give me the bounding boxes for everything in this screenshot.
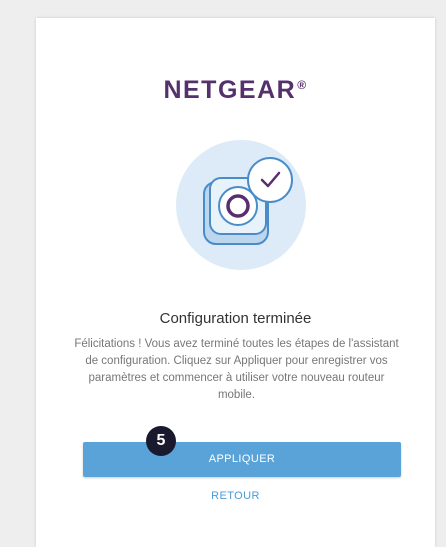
- router-check-icon: [176, 140, 306, 270]
- logo-mark: ®: [297, 77, 308, 92]
- setup-card: NETGEAR® Configuration terminée Félicita…: [36, 18, 435, 547]
- page-title: Configuration terminée: [159, 310, 312, 327]
- description-text: Félicitations ! Vous avez terminé toutes…: [74, 338, 399, 401]
- step-number-badge: 5: [146, 426, 176, 456]
- apply-button[interactable]: APPLIQUER: [83, 442, 401, 477]
- viewport: NETGEAR® Configuration terminée Félicita…: [0, 0, 446, 547]
- logo-text: NETGEAR: [163, 76, 297, 104]
- back-link[interactable]: RETOUR: [36, 490, 435, 502]
- netgear-logo: NETGEAR®: [36, 76, 435, 105]
